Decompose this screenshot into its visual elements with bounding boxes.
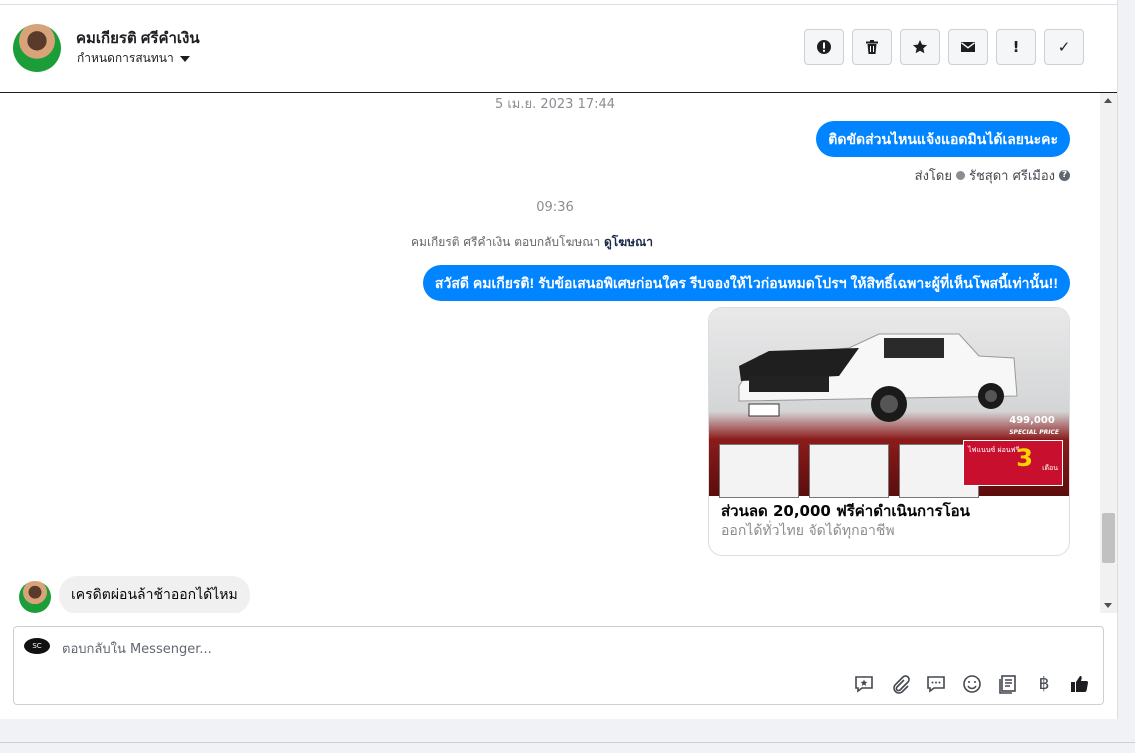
outgoing-message[interactable]: ติดขัดส่วนไหนแจ้งแอดมินได้เลยนะคะ [816,121,1070,157]
thumbs-up-icon [1071,676,1089,692]
mark-done-button[interactable]: ✓ [1044,29,1084,65]
ad-image: 499,000 SPECIAL PRICE ไฟแนนซ์ ผ่อนฟรี เด… [709,308,1069,498]
conversation-menu[interactable]: กำหนดการสนทนา [77,49,190,68]
ad-reply-notice: คมเกียรติ ศรีคำเงิน ตอบกลับโฆษณา ดูโฆษณา [411,233,653,252]
conversation-panel: คมเกียรติ ศรีคำเงิน กำหนดการสนทนา ! ✓ 5 … [0,0,1118,719]
emoji-button[interactable] [961,673,983,695]
payment-button[interactable]: ฿ [1033,673,1055,695]
attach-button[interactable] [889,673,911,695]
ad-card[interactable]: 499,000 SPECIAL PRICE ไฟแนนซ์ ผ่อนฟรี เด… [708,307,1070,556]
star-icon [912,40,928,54]
trash-icon [866,40,878,54]
thread-scrollbar[interactable] [1100,93,1117,613]
rack-image [719,444,799,498]
divider [0,4,1117,5]
conversation-header: คมเกียรติ ศรีคำเงิน กำหนดการสนทนา ! ✓ [0,0,1117,93]
sent-by-name[interactable]: รัชสุดา ศรีเมือง [969,165,1055,186]
promo-badge: ไฟแนนซ์ ผ่อนฟรี เดือน [963,440,1063,486]
order-button[interactable] [997,673,1019,695]
incoming-message[interactable]: เครดิตผ่อนล้าช้าออกได้ไหม [59,576,250,613]
spam-button[interactable] [804,29,844,65]
page-logo: SC [24,638,50,654]
avatar[interactable] [19,581,51,613]
exclamation-icon: ! [1012,38,1020,56]
sent-by-line: ส่งโดย รัชสุดา ศรีเมือง ? [915,165,1070,186]
saved-reply-button[interactable] [853,673,875,695]
envelope-icon [961,42,975,52]
page-icon [955,171,965,180]
price-label: 499,000 SPECIAL PRICE [1009,415,1059,436]
scroll-thumb[interactable] [1102,513,1115,563]
reply-input[interactable] [60,637,664,661]
follow-up-button[interactable]: ! [996,29,1036,65]
divider [0,742,1135,743]
contact-name[interactable]: คมเกียรติ ศรีคำเงิน [76,26,200,50]
sent-by-label: ส่งโดย [914,169,952,184]
avatar[interactable] [13,24,61,72]
timestamp: 5 เม.ย. 2023 17:44 [494,97,616,112]
baht-icon: ฿ [1038,674,1050,694]
star-button[interactable] [900,29,940,65]
action-toolbar: ! ✓ [804,29,1084,65]
chat-star-icon [855,676,873,693]
rack-image [809,444,889,498]
scroll-down-arrow-icon[interactable] [1104,603,1112,608]
view-ad-link[interactable]: ดูโฆษณา [604,235,653,249]
outgoing-message[interactable]: สวัสดี คมเกียรติ! รับข้อเสนอพิเศษก่อนใคร… [422,265,1070,301]
chat-bubble-icon [927,676,945,693]
paperclip-icon [893,675,910,694]
checkmark-icon: ✓ [1057,38,1071,56]
document-icon [999,675,1016,694]
quick-reply-button[interactable] [925,673,947,695]
timestamp: 09:36 [536,200,574,215]
help-icon[interactable]: ? [1059,170,1070,181]
message-thread: 5 เม.ย. 2023 17:44 ติดขัดส่วนไหนแจ้งแอดม… [0,93,1100,613]
like-button[interactable] [1069,673,1091,695]
mark-unread-button[interactable] [948,29,988,65]
conversation-menu-label: กำหนดการสนทนา [77,51,174,65]
ad-reply-text: คมเกียรติ ศรีคำเงิน ตอบกลับโฆษณา [411,235,601,249]
pickup-truck-image [738,333,1018,422]
delete-button[interactable] [852,29,892,65]
scroll-up-arrow-icon[interactable] [1104,98,1112,103]
ad-card-subtitle: ออกได้ทั่วไทย จัดได้ทุกอาชีพ [721,523,895,539]
caret-down-icon [179,55,190,62]
alert-circle-icon [817,40,831,54]
composer-toolbar: ฿ [853,673,1091,695]
smiley-icon [963,675,981,693]
message-composer: SC ฿ [13,626,1104,705]
promo-number: 3 [1016,444,1033,472]
